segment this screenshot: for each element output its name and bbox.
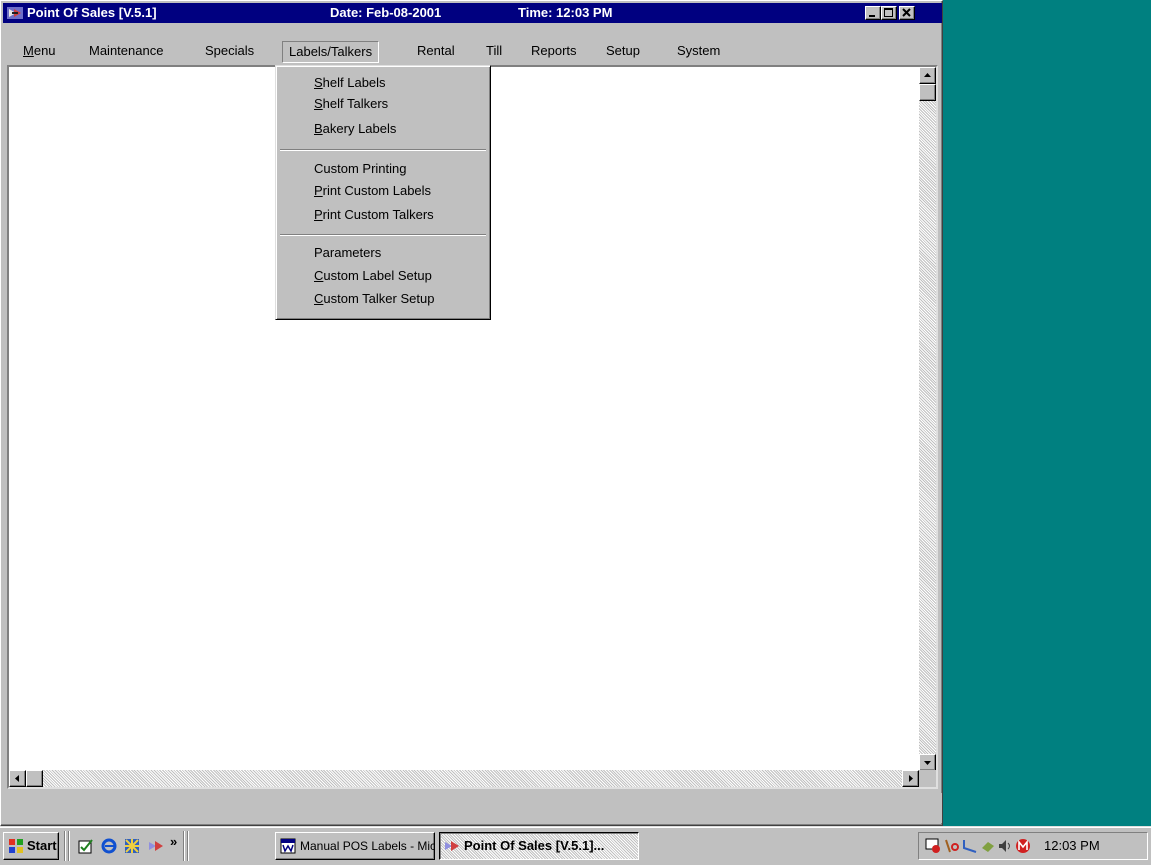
task-label: Manual POS Labels - Micr...	[300, 839, 435, 853]
start-button[interactable]: Start	[3, 832, 59, 860]
menu-item-print-custom-talkers[interactable]: Print Custom Talkers	[314, 205, 434, 225]
menu-rental[interactable]: Rental	[411, 41, 461, 63]
scroll-down-button[interactable]	[919, 754, 936, 771]
mnemonic: C	[314, 291, 324, 306]
menu-item-label: ustom Talker Setup	[323, 291, 435, 306]
phone-icon[interactable]	[962, 838, 978, 854]
menu-item-custom-printing[interactable]: Custom Printing	[314, 159, 406, 179]
scroll-up-button[interactable]	[919, 67, 936, 84]
clock[interactable]: 12:03 PM	[1044, 838, 1100, 853]
close-icon	[902, 8, 911, 17]
arrow-right-icon	[909, 775, 913, 782]
maximize-icon	[884, 8, 893, 17]
menu-item-label: helf Talkers	[322, 96, 389, 111]
menu-item-print-custom-labels[interactable]: Print Custom Labels	[314, 181, 431, 201]
horizontal-scroll-thumb[interactable]	[26, 770, 43, 787]
pos-app-icon[interactable]	[7, 5, 23, 21]
date-display: Date: Feb-08-2001	[330, 5, 442, 20]
scroll-right-button[interactable]	[902, 770, 919, 787]
maximize-button[interactable]	[881, 6, 897, 20]
task-label: Point Of Sales [V.5.1]...	[464, 838, 605, 853]
menu-menu[interactable]: Menu	[17, 41, 62, 63]
taskbar-separator	[183, 831, 185, 861]
menu-bar: Menu Maintenance Specials Labels/Talkers…	[3, 41, 942, 63]
internet-explorer-icon[interactable]	[101, 838, 117, 854]
arrow-up-icon	[924, 73, 931, 77]
mcafee-icon[interactable]	[1015, 838, 1031, 854]
time-display: Time: 12:03 PM	[518, 5, 613, 20]
network-link-icon[interactable]	[980, 838, 996, 854]
network-icon[interactable]	[124, 838, 140, 854]
menu-setup[interactable]: Setup	[600, 41, 646, 63]
menu-separator	[280, 234, 486, 236]
mnemonic: C	[314, 268, 324, 283]
arrow-left-icon	[15, 775, 19, 782]
mnemonic: P	[314, 207, 323, 222]
volume-icon[interactable]	[997, 838, 1013, 854]
menu-item-bakery-labels[interactable]: Bakery Labels	[314, 119, 396, 139]
menu-item-label: akery Labels	[322, 121, 397, 136]
menu-item-label: ustom Label Setup	[323, 268, 432, 283]
menu-till[interactable]: Till	[480, 41, 508, 63]
menu-item-label: rint Custom Labels	[322, 183, 432, 198]
menu-reports[interactable]: Reports	[525, 41, 583, 63]
menu-specials[interactable]: Specials	[199, 41, 260, 63]
taskbar-separator	[187, 831, 189, 861]
horizontal-scrollbar[interactable]	[9, 770, 919, 787]
taskbar-separator	[64, 831, 66, 861]
menu-item-label: helf Labels	[322, 75, 386, 90]
word-document-icon	[280, 838, 296, 854]
taskbar-separator	[68, 831, 70, 861]
windows-logo-icon	[9, 839, 23, 853]
labels-talkers-dropdown: Shelf Labels Shelf Talkers Bakery Labels…	[275, 65, 491, 320]
menu-item-custom-talker-setup[interactable]: Custom Talker Setup	[314, 289, 434, 309]
menu-item-shelf-labels[interactable]: Shelf Labels	[314, 73, 386, 93]
pos-app-icon	[445, 841, 459, 851]
mnemonic: S	[314, 96, 323, 111]
mnemonic: P	[314, 183, 323, 198]
menu-separator	[280, 149, 486, 151]
window-title: Point Of Sales [V.5.1]	[27, 5, 157, 20]
scheduler-icon[interactable]	[925, 838, 941, 854]
status-bar	[3, 793, 942, 823]
mnemonic: S	[314, 75, 323, 90]
scroll-left-button[interactable]	[9, 770, 26, 787]
menu-item-custom-label-setup[interactable]: Custom Label Setup	[314, 266, 432, 286]
system-tray: 12:03 PM	[918, 832, 1148, 860]
taskbar: Start » Manual POS Labels - Micr... Poin…	[0, 826, 1151, 865]
check-edit-icon[interactable]	[78, 838, 94, 854]
vertical-scroll-thumb[interactable]	[919, 84, 936, 101]
scroll-corner	[919, 770, 936, 787]
menu-item-label: rint Custom Talkers	[322, 207, 434, 222]
task-point-of-sales[interactable]: Point Of Sales [V.5.1]...	[439, 832, 639, 860]
arrow-down-icon	[924, 761, 931, 765]
quick-launch-overflow[interactable]: »	[170, 834, 177, 849]
title-bar[interactable]: Point Of Sales [V.5.1] Date: Feb-08-2001…	[3, 3, 942, 23]
menu-menu-rest: enu	[33, 43, 56, 58]
menu-item-shelf-talkers[interactable]: Shelf Talkers	[314, 94, 388, 114]
pos-app-icon[interactable]	[148, 838, 164, 854]
menu-menu-mnemonic: M	[23, 43, 34, 58]
menu-item-parameters[interactable]: Parameters	[314, 243, 381, 263]
start-label: Start	[27, 838, 57, 853]
menu-system[interactable]: System	[671, 41, 726, 63]
menu-labels-talkers[interactable]: Labels/Talkers	[282, 41, 380, 63]
close-button[interactable]	[899, 6, 915, 20]
mnemonic: B	[314, 121, 323, 136]
menu-maintenance[interactable]: Maintenance	[83, 41, 169, 63]
minimize-icon	[869, 15, 875, 17]
security-icon[interactable]	[944, 838, 960, 854]
minimize-button[interactable]	[865, 6, 881, 20]
vertical-scrollbar[interactable]	[919, 67, 936, 771]
task-manual-pos-labels[interactable]: Manual POS Labels - Micr...	[275, 832, 435, 860]
